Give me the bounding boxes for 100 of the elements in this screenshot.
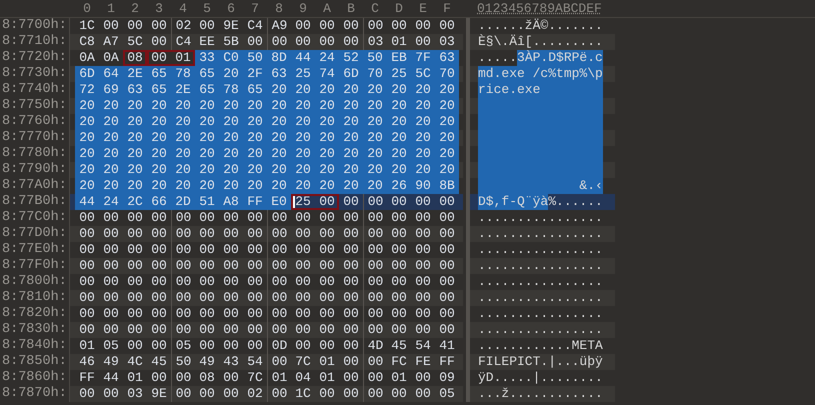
- hex-byte: 00: [102, 242, 120, 258]
- hex-byte: 00: [126, 226, 144, 242]
- hex-byte: 44: [78, 194, 96, 210]
- ascii-text: ................: [478, 210, 603, 226]
- hex-byte: 1C: [78, 18, 96, 34]
- hex-byte: 20: [150, 162, 168, 178]
- hex-byte: 00: [363, 258, 387, 274]
- hex-byte: 20: [126, 146, 144, 162]
- hex-byte: 00: [102, 290, 120, 306]
- row-address: 8:7860h:: [0, 370, 70, 386]
- hex-byte: FC: [390, 354, 408, 370]
- hex-byte: 20: [270, 130, 288, 146]
- hex-byte: 00: [342, 258, 360, 274]
- hex-byte: 45: [390, 338, 408, 354]
- hex-byte: 00: [171, 226, 195, 242]
- hex-byte: 00: [363, 322, 387, 338]
- hex-byte: 00: [318, 210, 336, 226]
- hex-byte: 00: [438, 226, 456, 242]
- hex-byte: 20: [222, 162, 240, 178]
- hex-byte: 20: [102, 178, 120, 194]
- hex-byte: 00: [126, 210, 144, 226]
- hex-byte: 20: [126, 162, 144, 178]
- ascii-text: ................: [478, 290, 603, 306]
- hex-byte: 00: [294, 18, 312, 34]
- hex-byte: 00: [198, 18, 216, 34]
- column-header: 6: [226, 0, 236, 18]
- hex-byte: 20: [198, 130, 216, 146]
- hex-byte: 00: [246, 226, 264, 242]
- row-address: 8:7840h:: [0, 338, 70, 354]
- ascii-text: ................: [478, 258, 603, 274]
- hex-byte: 20: [198, 98, 216, 114]
- hex-byte: C4: [171, 34, 195, 50]
- hex-byte: 00: [150, 210, 168, 226]
- hex-byte: 74: [318, 66, 336, 82]
- hex-byte: 20: [438, 130, 456, 146]
- hex-byte: 00: [102, 322, 120, 338]
- ascii-text: ................: [478, 274, 603, 290]
- hex-byte: 00: [294, 34, 312, 50]
- hex-byte: 00: [246, 210, 264, 226]
- hex-byte: FF: [246, 194, 264, 210]
- column-header: B: [346, 0, 356, 18]
- hex-byte: 20: [270, 98, 288, 114]
- hex-byte: 00: [102, 306, 120, 322]
- ascii-text: .....: [478, 50, 518, 66]
- ascii-text: md.exe /c%tmp%\p: [478, 66, 603, 82]
- hex-byte: 00: [198, 210, 216, 226]
- hex-byte: 00: [150, 226, 168, 242]
- column-header: 9: [298, 0, 308, 18]
- hex-byte: 00: [438, 258, 456, 274]
- hex-byte: 20: [222, 114, 240, 130]
- text-column-header: 0123456789ABCDEF: [477, 0, 602, 18]
- column-header: F: [442, 0, 452, 18]
- row-address: 8:7760h:: [0, 114, 70, 130]
- hex-byte: 00: [171, 290, 195, 306]
- hex-byte: 63: [270, 66, 288, 82]
- column-header: 2: [130, 0, 140, 18]
- hex-byte: 20: [150, 114, 168, 130]
- hex-byte: 00: [246, 242, 264, 258]
- hex-byte: 70: [438, 66, 456, 82]
- ascii-text: D$,f-Q¨ÿà: [478, 194, 548, 210]
- hex-byte: 00: [342, 18, 360, 34]
- hex-byte: 24: [102, 194, 120, 210]
- row-address: 8:7800h:: [0, 274, 70, 290]
- hex-byte: C8: [78, 34, 96, 50]
- hex-byte: 20: [270, 162, 288, 178]
- hex-byte: 20: [174, 130, 192, 146]
- hex-byte: 00: [342, 322, 360, 338]
- hex-byte: 01: [78, 338, 96, 354]
- hex-byte: 00: [222, 386, 240, 402]
- hex-byte: 9E: [150, 386, 168, 402]
- row-address: 8:7700h:: [0, 18, 70, 34]
- hex-byte: 00: [102, 274, 120, 290]
- hex-byte: 1C: [294, 386, 312, 402]
- hex-byte: 00: [414, 242, 432, 258]
- hex-byte: 5C: [414, 66, 432, 82]
- hex-byte: 64: [102, 66, 120, 82]
- hex-byte: 00: [390, 226, 408, 242]
- hex-byte: 20: [366, 146, 384, 162]
- hex-byte: 00: [390, 194, 408, 210]
- hex-byte: 00: [342, 354, 360, 370]
- hex-byte: 20: [342, 98, 360, 114]
- hex-byte: 6D: [342, 66, 360, 82]
- hex-byte: 00: [267, 386, 291, 402]
- ascii-text: ................: [478, 306, 603, 322]
- hex-byte: 01: [174, 50, 192, 66]
- hex-byte: 20: [438, 162, 456, 178]
- hex-byte: 20: [390, 82, 408, 98]
- hex-byte: 00: [78, 322, 96, 338]
- hex-byte: 00: [198, 322, 216, 338]
- hex-byte: 00: [171, 386, 195, 402]
- hex-byte: 2C: [126, 194, 144, 210]
- hex-byte: 20: [78, 178, 96, 194]
- ascii-text: ......žÄ©.......: [478, 18, 603, 34]
- hex-byte: 20: [198, 146, 216, 162]
- hex-byte: 20: [318, 178, 336, 194]
- ascii-text: ................: [478, 322, 603, 338]
- hex-byte: 00: [102, 18, 120, 34]
- hex-byte: 20: [246, 178, 264, 194]
- hex-byte: 05: [438, 386, 456, 402]
- hex-byte: 41: [438, 338, 456, 354]
